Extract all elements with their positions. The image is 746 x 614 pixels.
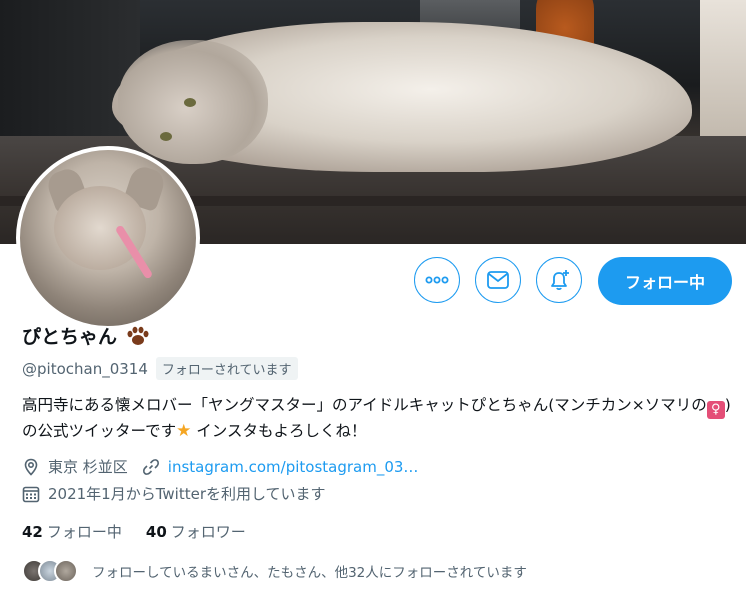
- more-button[interactable]: [414, 257, 460, 303]
- following-count: 42: [22, 523, 43, 541]
- profile-meta-row: 東京 杉並区 instagram.com/pitostagram_03…: [22, 456, 418, 477]
- banner-cat-eye: [160, 132, 172, 141]
- followers-count: 40: [145, 523, 167, 541]
- location-pin-icon: [24, 458, 38, 476]
- follows-you-badge: フォローされています: [155, 357, 298, 380]
- joined-date: 2021年1月からTwitterを利用しています: [48, 485, 326, 503]
- follow-counts: 42 フォロー中 40 フォロワー: [22, 521, 246, 542]
- star-icon: ★: [176, 421, 192, 441]
- followers-label: フォロワー: [170, 523, 246, 541]
- profile-handle-row: @pitochan_0314 フォローされています: [22, 357, 298, 380]
- profile-name-row: ぴとちゃん: [22, 322, 149, 349]
- calendar-icon: [22, 486, 40, 502]
- banner-cat-eye: [184, 98, 196, 107]
- followers-count-link[interactable]: 40 フォロワー: [146, 521, 246, 542]
- display-name: ぴとちゃん: [22, 326, 118, 348]
- known-followers[interactable]: フォローしているまいさん、たもさん、他32人にフォローされています: [22, 559, 527, 583]
- banner-poster: [700, 0, 746, 150]
- message-button[interactable]: [475, 257, 521, 303]
- paw-icon: [127, 326, 149, 345]
- known-followers-text: フォローしているまいさん、たもさん、他32人にフォローされています: [92, 565, 527, 581]
- envelope-icon: [487, 271, 509, 289]
- following-button[interactable]: フォロー中: [598, 257, 732, 305]
- more-icon: [425, 276, 449, 284]
- link-icon: [142, 458, 159, 475]
- user-handle: @pitochan_0314: [22, 359, 148, 378]
- following-label: フォロー中: [46, 523, 122, 541]
- bio-text: 高円寺にある懐メロバー「ヤングマスター」のアイドルキャットぴとちゃん(マンチカン…: [22, 396, 707, 414]
- profile-bio: 高円寺にある懐メロバー「ヤングマスター」のアイドルキャットぴとちゃん(マンチカン…: [22, 393, 732, 443]
- banner-background: [0, 0, 140, 150]
- bio-text: インスタもよろしくね！: [191, 422, 367, 440]
- profile-avatar[interactable]: [16, 146, 200, 330]
- notify-button[interactable]: [536, 257, 582, 303]
- female-sign-icon: ♀: [706, 401, 725, 419]
- avatar: [54, 559, 78, 583]
- bell-plus-icon: [551, 270, 569, 291]
- location-text: 東京 杉並区: [48, 458, 128, 476]
- profile-joined-row: 2021年1月からTwitterを利用しています: [22, 483, 326, 504]
- following-count-link[interactable]: 42 フォロー中: [22, 521, 122, 542]
- website-link[interactable]: instagram.com/pitostagram_03…: [168, 458, 419, 476]
